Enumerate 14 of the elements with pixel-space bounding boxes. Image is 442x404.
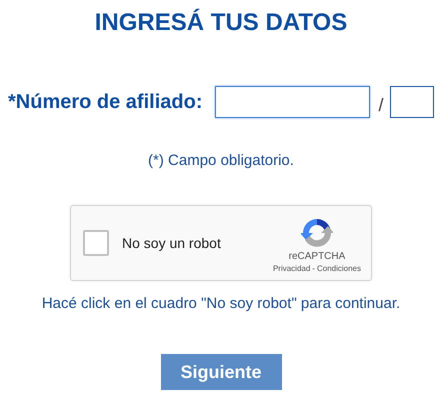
separator-text: / [378,94,384,116]
refresh-arrows-icon [300,217,333,249]
affiliate-number-field[interactable] [215,86,370,118]
captcha-hint: Hacé click en el cuadro "No soy robot" para continuar. [42,295,400,312]
captcha-brand: reCAPTCHA [288,251,346,262]
page-title: INGRESÁ TUS DATOS [94,8,348,38]
privacy-link[interactable]: Privacidad [272,264,310,273]
terms-link[interactable]: Condiciones [316,264,361,273]
affiliate-label: *Número de afiliado: [8,90,202,114]
robot-checkbox[interactable] [83,230,109,256]
affiliate-suffix-field[interactable] [390,86,434,118]
required-note: (*) Campo obligatorio. [148,152,294,169]
link-separator: - [312,264,315,273]
robot-label: No soy un robot [122,235,222,251]
